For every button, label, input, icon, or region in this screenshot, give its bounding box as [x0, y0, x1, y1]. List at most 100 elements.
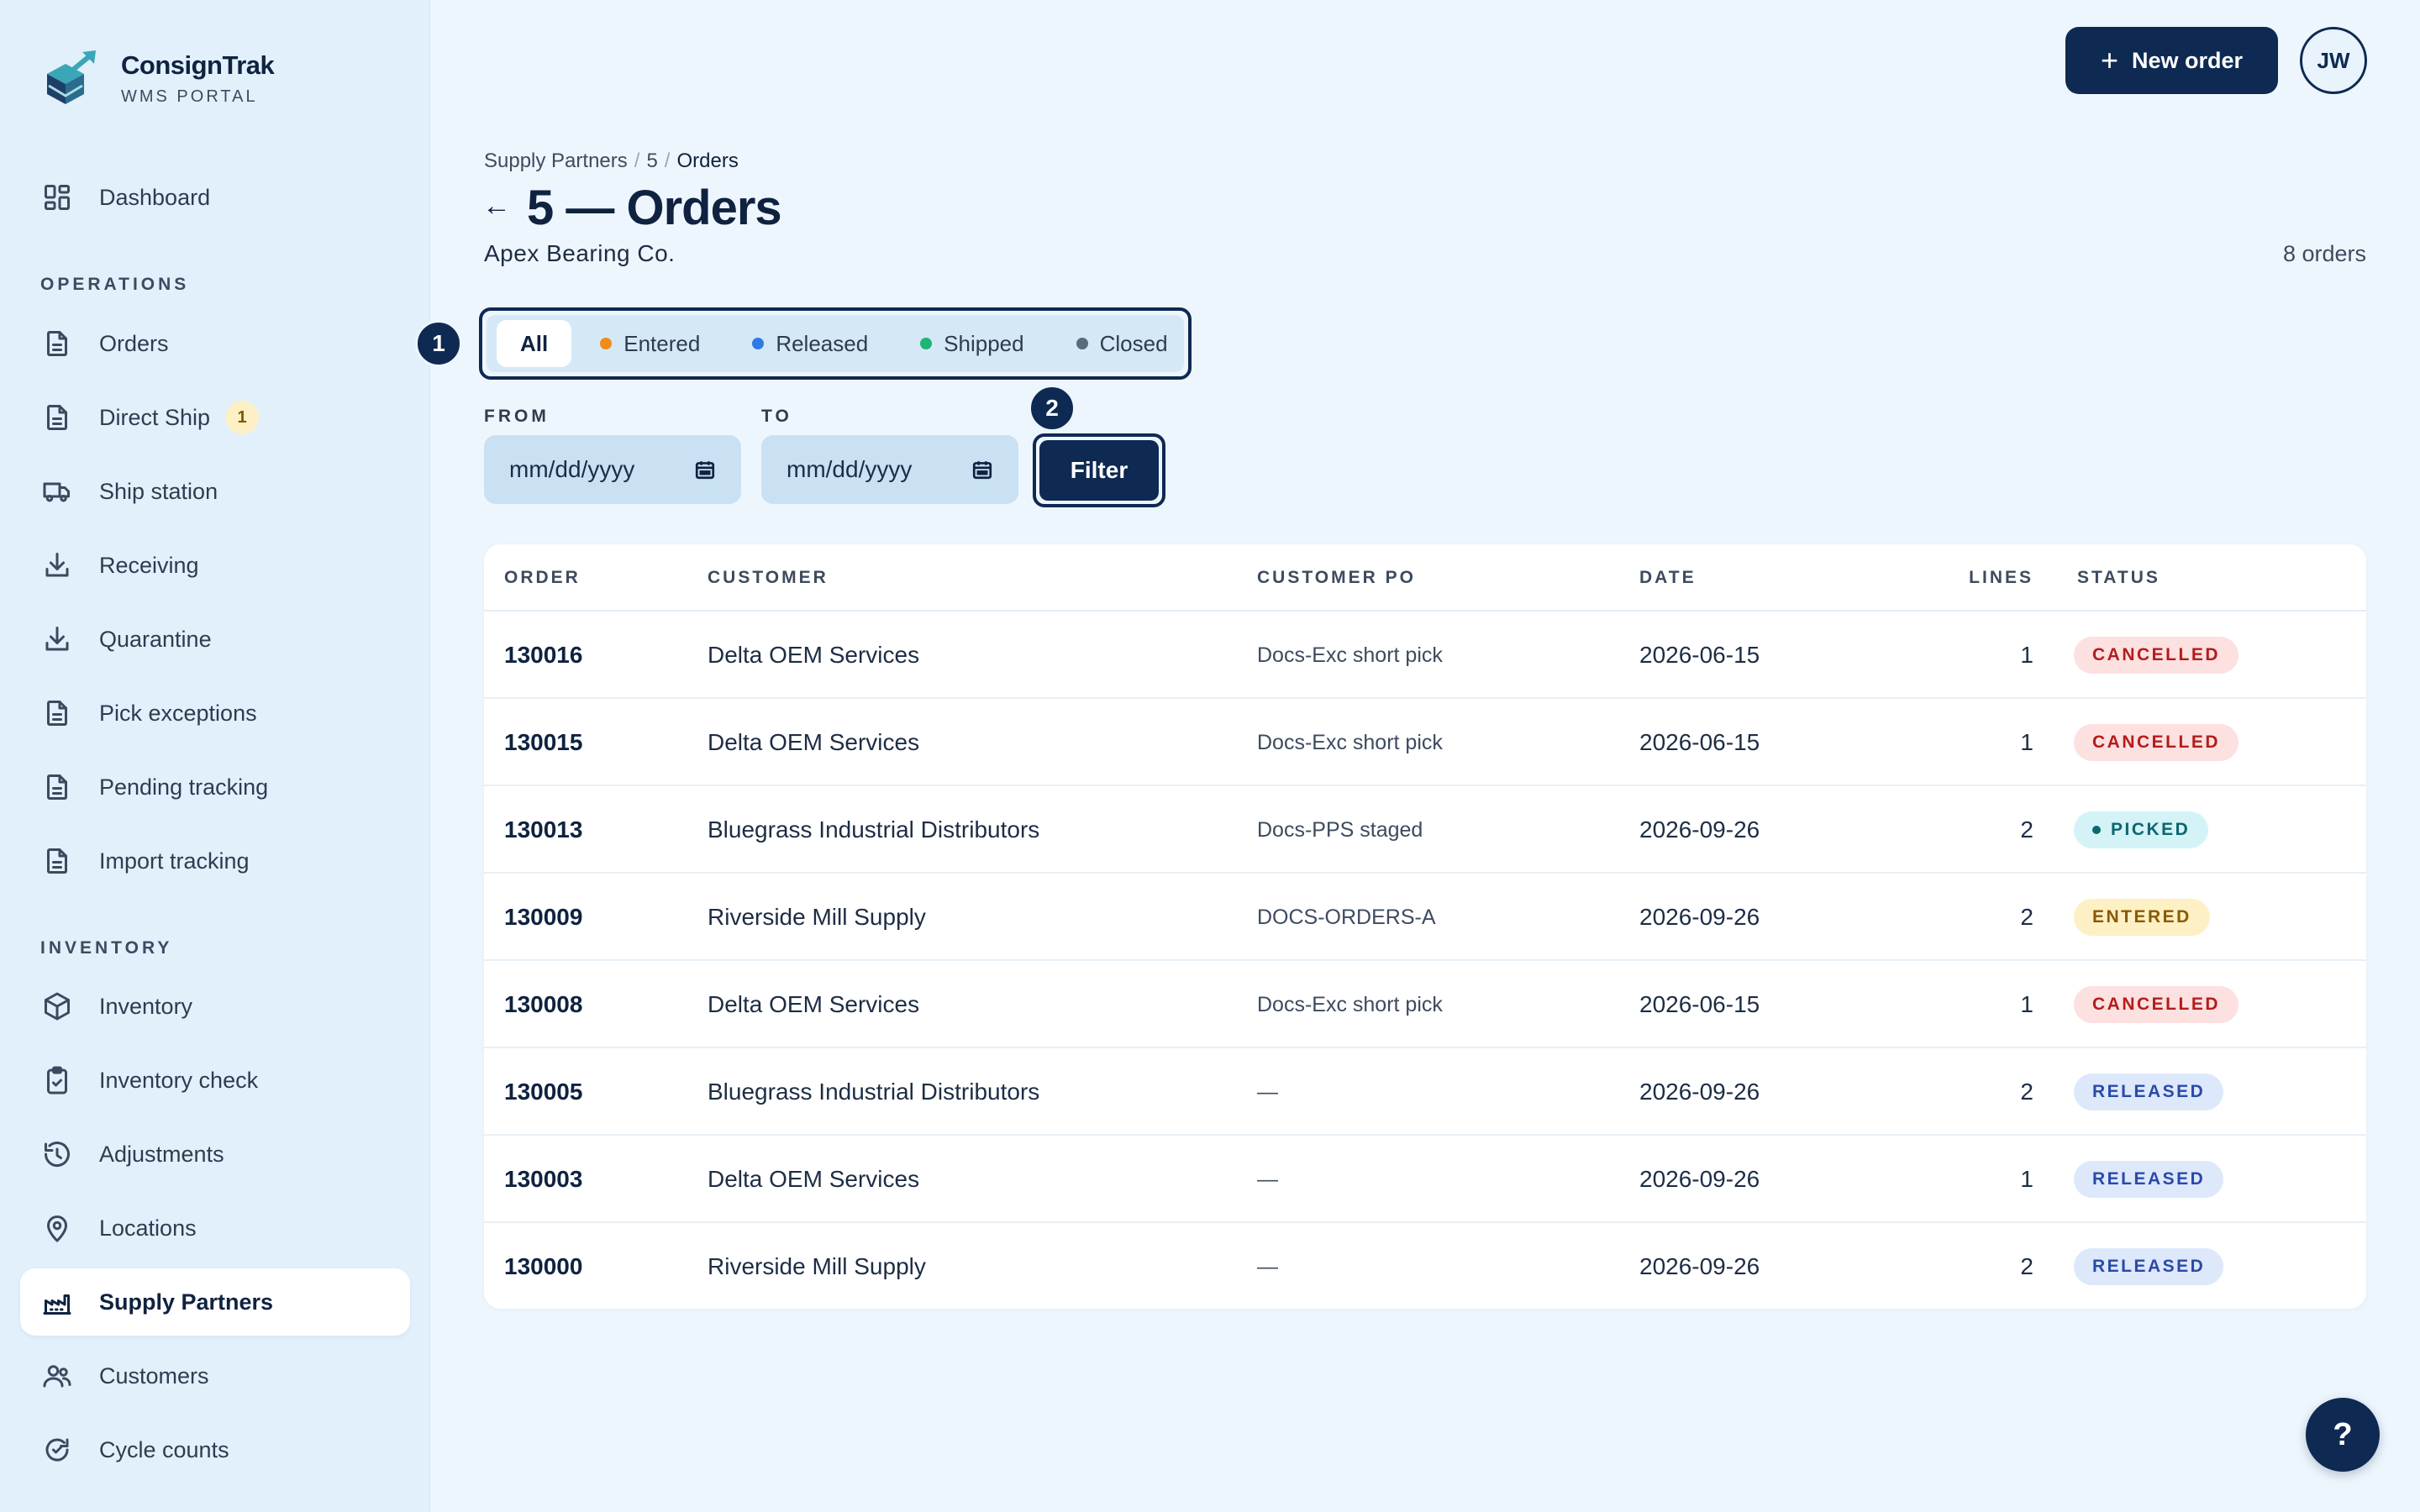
tab-released[interactable]: Released — [729, 320, 892, 367]
help-button[interactable]: ? — [2306, 1398, 2380, 1472]
status-badge: CANCELLED — [2074, 986, 2238, 1023]
tab-label: All — [520, 330, 549, 356]
order-number[interactable]: 130008 — [504, 991, 582, 1018]
customer-po: DOCS-ORDERS-A — [1257, 906, 1436, 929]
order-count: 8 orders — [2282, 241, 2366, 266]
table-row[interactable]: 130008 Delta OEM Services Docs-Exc short p… — [484, 961, 2366, 1048]
tab-label: Released — [776, 330, 869, 356]
sidebar-item-quarantine[interactable]: Quarantine — [20, 606, 410, 673]
sidebar-item-label: Cycle counts — [99, 1436, 229, 1462]
table-row[interactable]: 130013 Bluegrass Industrial Distributors D… — [484, 786, 2366, 874]
brand[interactable]: ConsignTrak WMS PORTAL — [40, 49, 275, 108]
table-row[interactable]: 130005 Bluegrass Industrial Distributors —… — [484, 1048, 2366, 1136]
section-operations: OPERATIONS — [40, 275, 190, 294]
status-dot — [1076, 338, 1088, 349]
step-marker-2: 2 — [1028, 385, 1076, 432]
sidebar-item-ship-station[interactable]: Ship station — [20, 458, 410, 525]
status-dot — [920, 338, 933, 349]
line-count: 2 — [2020, 904, 2033, 930]
order-number[interactable]: 130009 — [504, 904, 582, 931]
customer-name: Bluegrass Industrial Distributors — [708, 1079, 1040, 1105]
back-arrow-icon[interactable]: ← — [482, 190, 511, 223]
breadcrumb-current: Orders — [676, 150, 739, 172]
breadcrumb-separator: / — [664, 150, 671, 172]
from-date-value: mm/dd/yyyy — [509, 456, 635, 482]
sidebar-item-direct-ship[interactable]: Direct Ship 1 — [20, 384, 410, 451]
factory-icon — [40, 1285, 74, 1319]
table-row[interactable]: 130003 Delta OEM Services — 2026-09-26 1 RELE… — [484, 1136, 2366, 1223]
from-date-input[interactable]: mm/dd/yyyy — [484, 435, 741, 504]
customer-name: Riverside Mill Supply — [708, 1253, 926, 1279]
filter-focus-ring: Filter — [1033, 433, 1165, 507]
sidebar-item-label: Dashboard — [99, 184, 211, 210]
sidebar-item-customers[interactable]: Customers — [20, 1342, 410, 1410]
table-row[interactable]: 130016 Delta OEM Services Docs-Exc short p… — [484, 612, 2366, 699]
tab-closed[interactable]: Closed — [1053, 320, 1192, 367]
order-date: 2026-09-26 — [1639, 816, 1760, 843]
customer-po: Docs-PPS staged — [1257, 818, 1423, 842]
table-row[interactable]: 130009 Riverside Mill Supply DOCS-ORDERS-A… — [484, 874, 2366, 961]
column-header-customer-po[interactable]: CUSTOMER PO — [1257, 568, 1416, 588]
sidebar-item-receiving[interactable]: Receiving — [20, 532, 410, 599]
tab-all[interactable]: All — [497, 320, 572, 367]
sidebar-item-supply-partners[interactable]: Supply Partners — [20, 1268, 410, 1336]
sidebar-item-label: Orders — [99, 330, 169, 356]
order-date: 2026-06-15 — [1639, 729, 1760, 755]
brand-subtitle: WMS PORTAL — [121, 87, 258, 106]
tab-shipped[interactable]: Shipped — [897, 320, 1047, 367]
sidebar-item-locations[interactable]: Locations — [20, 1194, 410, 1262]
column-header-status[interactable]: STATUS — [2077, 568, 2160, 588]
order-number[interactable]: 130016 — [504, 642, 582, 669]
sidebar-item-inventory[interactable]: Inventory — [20, 973, 410, 1040]
map-pin-icon — [40, 1211, 74, 1245]
order-number[interactable]: 130000 — [504, 1253, 582, 1280]
brand-name: ConsignTrak — [121, 50, 275, 80]
status-label: CANCELLED — [2092, 645, 2220, 664]
table-header: ORDER CUSTOMER CUSTOMER PO DATE LINES ST… — [484, 544, 2366, 612]
order-number[interactable]: 130005 — [504, 1079, 582, 1105]
sidebar-item-adjustments[interactable]: Adjustments — [20, 1121, 410, 1188]
order-number[interactable]: 130013 — [504, 816, 582, 843]
line-count: 2 — [2020, 1079, 2033, 1105]
sidebar-item-label: Inventory — [99, 993, 193, 1019]
status-dot — [2092, 826, 2101, 834]
customer-po: — — [1257, 1255, 1278, 1278]
customer-po: Docs-Exc short pick — [1257, 731, 1443, 754]
sidebar-item-label: Pick exceptions — [99, 700, 257, 726]
download-icon — [40, 549, 74, 582]
table-row[interactable]: 130015 Delta OEM Services Docs-Exc short p… — [484, 699, 2366, 786]
filter-button[interactable]: Filter — [1039, 440, 1159, 501]
sidebar-item-orders[interactable]: Orders — [20, 310, 410, 377]
sidebar-item-pick-exceptions[interactable]: Pick exceptions — [20, 680, 410, 747]
sidebar-item-dashboard[interactable]: Dashboard — [20, 164, 410, 231]
sidebar-item-inventory-check[interactable]: Inventory check — [20, 1047, 410, 1114]
status-label: CANCELLED — [2092, 732, 2220, 752]
order-number[interactable]: 130003 — [504, 1166, 582, 1193]
partner-name: Apex Bearing Co. — [484, 240, 676, 266]
avatar[interactable]: JW — [2300, 27, 2367, 94]
calendar-icon[interactable] — [694, 459, 716, 480]
order-number[interactable]: 130015 — [504, 729, 582, 756]
column-header-order[interactable]: ORDER — [504, 568, 581, 588]
calendar-icon[interactable] — [971, 459, 993, 480]
status-tabs: All Entered Released Shipped Closed — [487, 315, 1184, 372]
table-row[interactable]: 130000 Riverside Mill Supply — 2026-09-26 2 R… — [484, 1223, 2366, 1309]
sidebar-item-cycle-counts[interactable]: Cycle counts — [20, 1416, 410, 1483]
to-date-input[interactable]: mm/dd/yyyy — [761, 435, 1018, 504]
sidebar-item-pending-tracking[interactable]: Pending tracking — [20, 753, 410, 821]
sidebar-item-label: Quarantine — [99, 626, 212, 652]
users-icon — [40, 1359, 74, 1393]
sidebar-item-label: Adjustments — [99, 1141, 224, 1167]
line-count: 2 — [2020, 816, 2033, 843]
breadcrumb-supply-partners[interactable]: Supply Partners — [484, 150, 628, 172]
column-header-date[interactable]: DATE — [1639, 568, 1697, 588]
column-header-lines[interactable]: LINES — [1969, 568, 2033, 588]
tab-entered[interactable]: Entered — [576, 320, 723, 367]
column-header-customer[interactable]: CUSTOMER — [708, 568, 829, 588]
new-order-button[interactable]: + New order — [2065, 27, 2278, 94]
status-label: CANCELLED — [2092, 995, 2220, 1014]
breadcrumb-partner-id[interactable]: 5 — [646, 150, 657, 172]
truck-icon — [40, 475, 74, 508]
sidebar-item-import-tracking[interactable]: Import tracking — [20, 827, 410, 895]
status-badge: RELEASED — [2074, 1161, 2224, 1198]
